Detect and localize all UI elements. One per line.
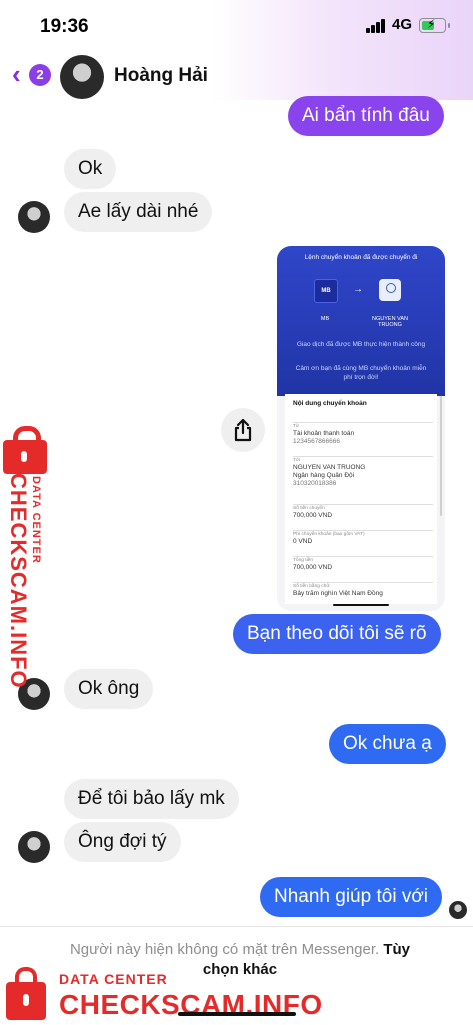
receipt-to-label: NGUYEN VAN TRUONG bbox=[372, 316, 408, 328]
watermark-small: DATA CENTER bbox=[59, 971, 168, 987]
message-bubble-outgoing[interactable]: Ai bẩn tính đâu bbox=[288, 96, 444, 136]
receipt-row: Từ Tài khoản thanh toán 1234567866666 bbox=[293, 422, 433, 449]
receipt-row-value: 310320018386 bbox=[293, 480, 337, 487]
chevron-left-icon: ‹ bbox=[12, 59, 21, 89]
watermark-text: CHECKSCAM.INFO bbox=[59, 989, 323, 1020]
network-type: 4G bbox=[392, 16, 413, 33]
message-bubble-incoming[interactable]: Để tôi bảo lấy mk bbox=[64, 779, 239, 819]
receipt-row: Tổng tiền 700,000 VND bbox=[293, 556, 433, 577]
receipt-row-value: 700,000 VND bbox=[293, 512, 333, 519]
receipt-row-key: Từ bbox=[293, 424, 300, 429]
lock-icon bbox=[6, 967, 46, 1020]
battery-icon: ⚡ bbox=[419, 17, 450, 33]
receipt-details-card: Nội dung chuyển khoản Từ Tài khoản thanh… bbox=[285, 394, 437, 604]
message-bubble-outgoing[interactable]: Ok chưa ạ bbox=[329, 724, 446, 764]
receipt-row-value: NGUYEN VAN TRUONG bbox=[293, 464, 366, 471]
receipt-section-title: Nội dung chuyển khoản bbox=[293, 400, 367, 407]
arrow-right-icon: → bbox=[353, 284, 363, 295]
receipt-from-label: MB bbox=[320, 316, 330, 322]
message-bubble-outgoing[interactable]: Nhanh giúp tôi với bbox=[260, 877, 442, 917]
receipt-row: Số tiền bằng chữ Bảy trăm nghìn Việt Nam… bbox=[293, 582, 433, 603]
receipt-row-value: 1234567866666 bbox=[293, 438, 340, 445]
receipt-row-key: Tổng tiền bbox=[293, 558, 314, 563]
watermark-small: DATA CENTER bbox=[30, 476, 42, 564]
receipt-row-value: 0 VND bbox=[293, 538, 313, 545]
contact-avatar[interactable] bbox=[60, 55, 104, 99]
sender-avatar[interactable] bbox=[18, 831, 50, 863]
status-bar: 19:36 4G ⚡ bbox=[0, 0, 473, 50]
receipt-row: Tới NGUYEN VAN TRUONG Ngân hàng Quân Đội… bbox=[293, 456, 433, 497]
seen-avatar bbox=[449, 901, 467, 919]
receipt-row-key: Số tiền bằng chữ bbox=[293, 584, 330, 589]
shared-receipt-image[interactable]: Lệnh chuyển khoản đã được chuyển đi MB →… bbox=[277, 246, 445, 611]
receipt-row-value: Tài khoản thanh toán bbox=[293, 430, 355, 437]
receipt-row: Số tiền chuyển 700,000 VND bbox=[293, 504, 433, 525]
signal-icon bbox=[366, 19, 386, 33]
sender-avatar[interactable] bbox=[18, 201, 50, 233]
message-bubble-incoming[interactable]: Ok ông bbox=[64, 669, 154, 709]
receipt-row-key: Số tiền chuyển bbox=[293, 506, 325, 511]
receipt-success-msg: Giao dịch đã được MB thực hiện thành côn… bbox=[296, 341, 426, 348]
watermark-text: CHECKSCAM.INFO bbox=[6, 473, 31, 689]
receipt-row-key: Phí chuyển khoản (bao gồm VAT) bbox=[293, 532, 365, 537]
receipt-row-value: Ngân hàng Quân Đội bbox=[293, 472, 355, 479]
receipt-row: Phí chuyển khoản (bao gồm VAT) 0 VND bbox=[293, 530, 433, 551]
receipt-row-key: Tới bbox=[293, 458, 301, 463]
contact-name[interactable]: Hoàng Hải bbox=[114, 65, 208, 87]
unread-badge: 2 bbox=[29, 64, 51, 86]
receipt-thanks-msg: Cảm ơn bạn đã cùng MB chuyển khoản miễn … bbox=[295, 365, 427, 381]
message-bubble-outgoing[interactable]: Bạn theo dõi tôi sẽ rõ bbox=[233, 614, 441, 654]
lock-icon bbox=[3, 426, 47, 474]
share-button[interactable] bbox=[221, 408, 265, 452]
message-bubble-incoming[interactable]: Ok bbox=[64, 149, 117, 189]
back-button[interactable]: ‹ 2 bbox=[12, 60, 52, 90]
unavailable-text: Người này hiện không có mặt trên Messeng… bbox=[69, 941, 380, 958]
mb-bank-logo: MB bbox=[314, 279, 338, 303]
status-time: 19:36 bbox=[40, 16, 89, 37]
home-indicator bbox=[178, 1012, 296, 1016]
message-bubble-incoming[interactable]: Ae lấy dài nhé bbox=[64, 192, 213, 232]
receipt-row-value: 700,000 VND bbox=[293, 564, 333, 571]
message-bubble-incoming[interactable]: Ông đợi tý bbox=[64, 822, 181, 862]
receipt-scrollbar bbox=[440, 396, 442, 516]
receipt-row-value: Bảy trăm nghìn Việt Nam Đồng bbox=[293, 590, 383, 597]
receipt-title: Lệnh chuyển khoản đã được chuyển đi bbox=[304, 254, 418, 261]
receipt-home-indicator bbox=[333, 604, 389, 606]
recipient-icon bbox=[379, 279, 401, 301]
share-icon bbox=[234, 418, 252, 442]
